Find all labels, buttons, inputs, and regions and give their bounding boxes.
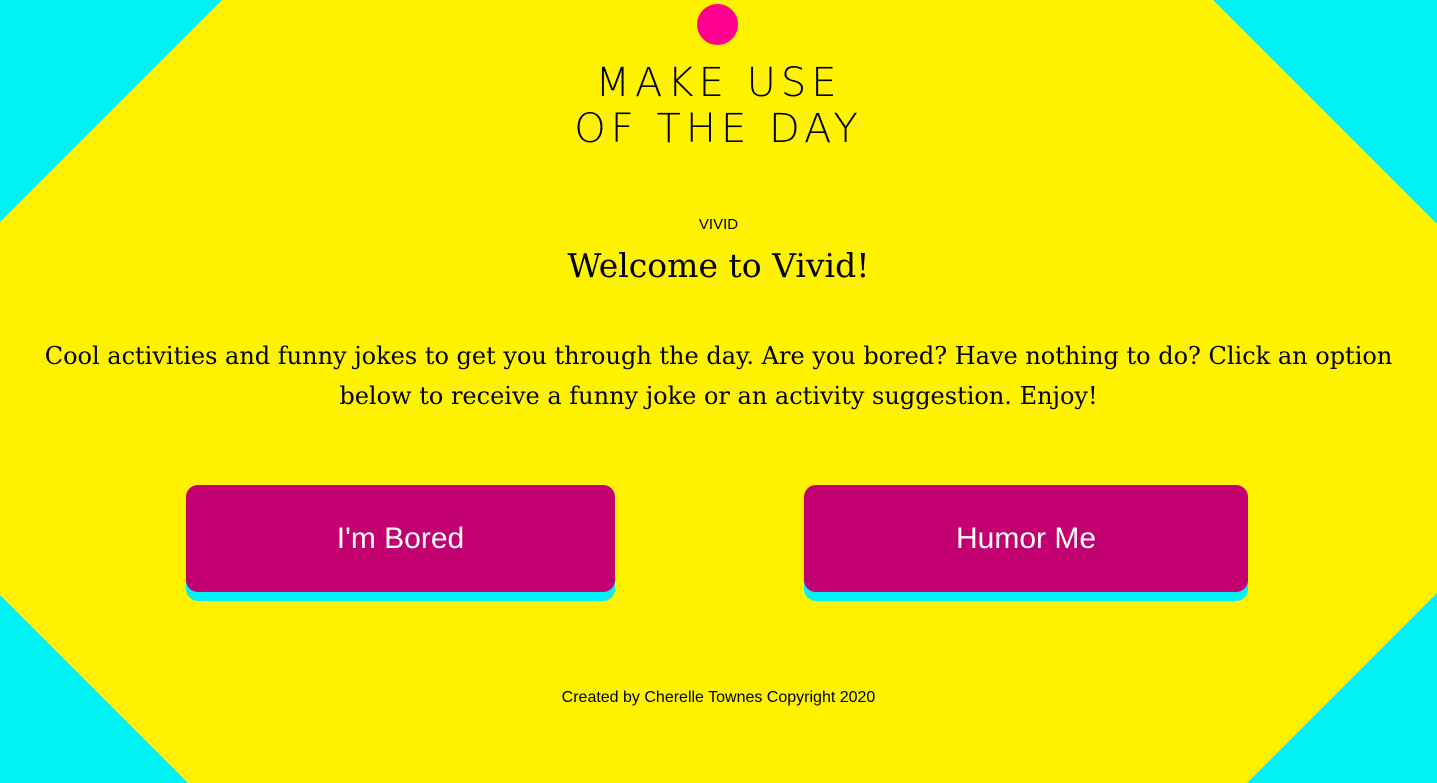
logo-dot [697, 4, 738, 45]
footer-credit: Created by Cherelle Townes Copyright 202… [561, 689, 876, 706]
site-name: VIVID [698, 216, 739, 233]
im-bored-button[interactable]: I'm Bored [186, 485, 615, 592]
humor-me-button[interactable]: Humor Me [804, 485, 1248, 592]
intro-description: Cool activities and funny jokes to get y… [44, 342, 1393, 410]
logo-line-2: OF THE DAY [574, 106, 863, 152]
logo-line-1: MAKE USE [595, 60, 842, 106]
corner-decoration-bottom-right [1247, 593, 1437, 783]
page-title: Welcome to Vivid! [567, 246, 870, 285]
logo: MAKE USE OF THE DAY [0, 60, 1437, 152]
